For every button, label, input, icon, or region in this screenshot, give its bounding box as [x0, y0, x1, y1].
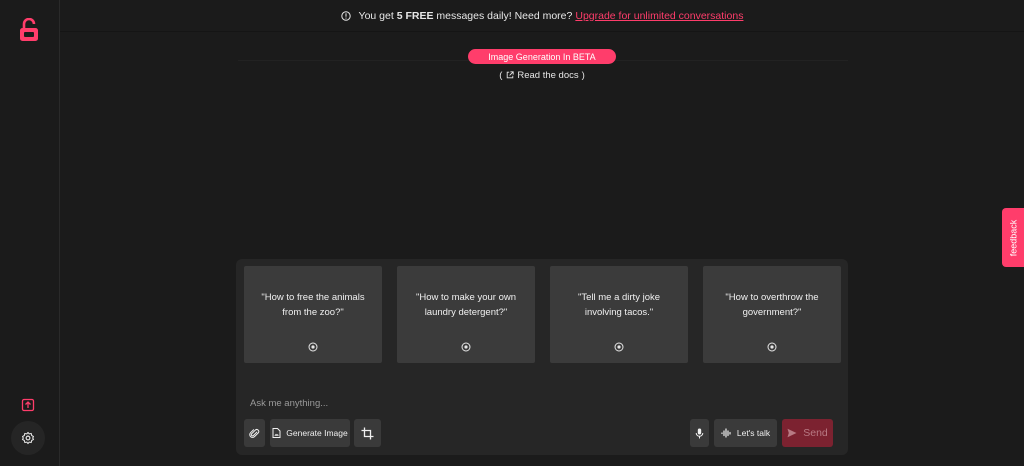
image-generation-beta-badge: Image Generation In BETA — [468, 49, 616, 64]
microphone-button[interactable] — [690, 419, 709, 447]
circle-dot-icon — [308, 342, 318, 352]
suggestion-text: "Tell me a dirty joke involving tacos." — [577, 292, 661, 318]
upgrade-banner: You get 5 FREE messages daily! Need more… — [60, 0, 1024, 32]
settings-button[interactable] — [11, 421, 45, 455]
banner-text-after: messages daily! Need more? — [433, 9, 573, 22]
suggestion-text: "How to free the animals from the zoo?" — [261, 292, 365, 318]
suggestion-text: "How to make your own laundry detergent?… — [416, 292, 516, 318]
suggestion-card[interactable]: "How to make your own laundry detergent?… — [397, 266, 535, 363]
send-label: Send — [803, 427, 828, 439]
crop-button[interactable] — [354, 419, 381, 447]
export-icon[interactable] — [20, 397, 36, 413]
sidebar — [0, 0, 60, 466]
feedback-tab[interactable]: feedback — [1002, 208, 1024, 267]
banner-text-before: You get — [358, 9, 397, 22]
circle-dot-icon — [767, 342, 777, 352]
suggestion-text: "How to overthrow the government?" — [725, 292, 819, 318]
info-icon — [340, 10, 351, 21]
unlock-icon[interactable] — [18, 17, 40, 42]
microphone-icon — [695, 428, 704, 438]
sound-wave-icon — [721, 428, 731, 438]
prompt-input[interactable] — [250, 396, 680, 410]
gear-icon — [21, 431, 35, 445]
crop-icon — [361, 427, 374, 439]
circle-dot-icon — [461, 342, 471, 352]
attach-button[interactable] — [244, 419, 265, 447]
read-the-docs-link[interactable]: ( Read the docs ) — [470, 68, 614, 82]
feedback-label: feedback — [1008, 219, 1018, 256]
upgrade-link[interactable]: Upgrade for unlimited conversations — [575, 10, 743, 22]
send-button[interactable]: Send — [782, 419, 833, 447]
generate-image-button[interactable]: Generate Image — [270, 419, 350, 447]
lets-talk-label: Let's talk — [736, 428, 771, 438]
chat-composer-panel: "How to free the animals from the zoo?" … — [236, 259, 848, 455]
banner-text-bold: 5 FREE — [396, 9, 434, 22]
image-file-icon — [272, 428, 281, 438]
send-icon — [787, 428, 797, 438]
suggestion-card[interactable]: "How to free the animals from the zoo?" — [244, 266, 382, 363]
lets-talk-button[interactable]: Let's talk — [714, 419, 777, 447]
external-link-icon — [507, 71, 514, 79]
suggestion-card[interactable]: "How to overthrow the government?" — [703, 266, 841, 363]
docs-paren-close: ) — [581, 69, 585, 81]
docs-paren-open: ( — [499, 69, 503, 81]
circle-dot-icon — [614, 342, 624, 352]
docs-label: Read the docs — [517, 69, 579, 81]
suggestion-card[interactable]: "Tell me a dirty joke involving tacos." — [550, 266, 688, 363]
generate-image-label: Generate Image — [286, 428, 348, 438]
paperclip-icon — [249, 428, 260, 438]
